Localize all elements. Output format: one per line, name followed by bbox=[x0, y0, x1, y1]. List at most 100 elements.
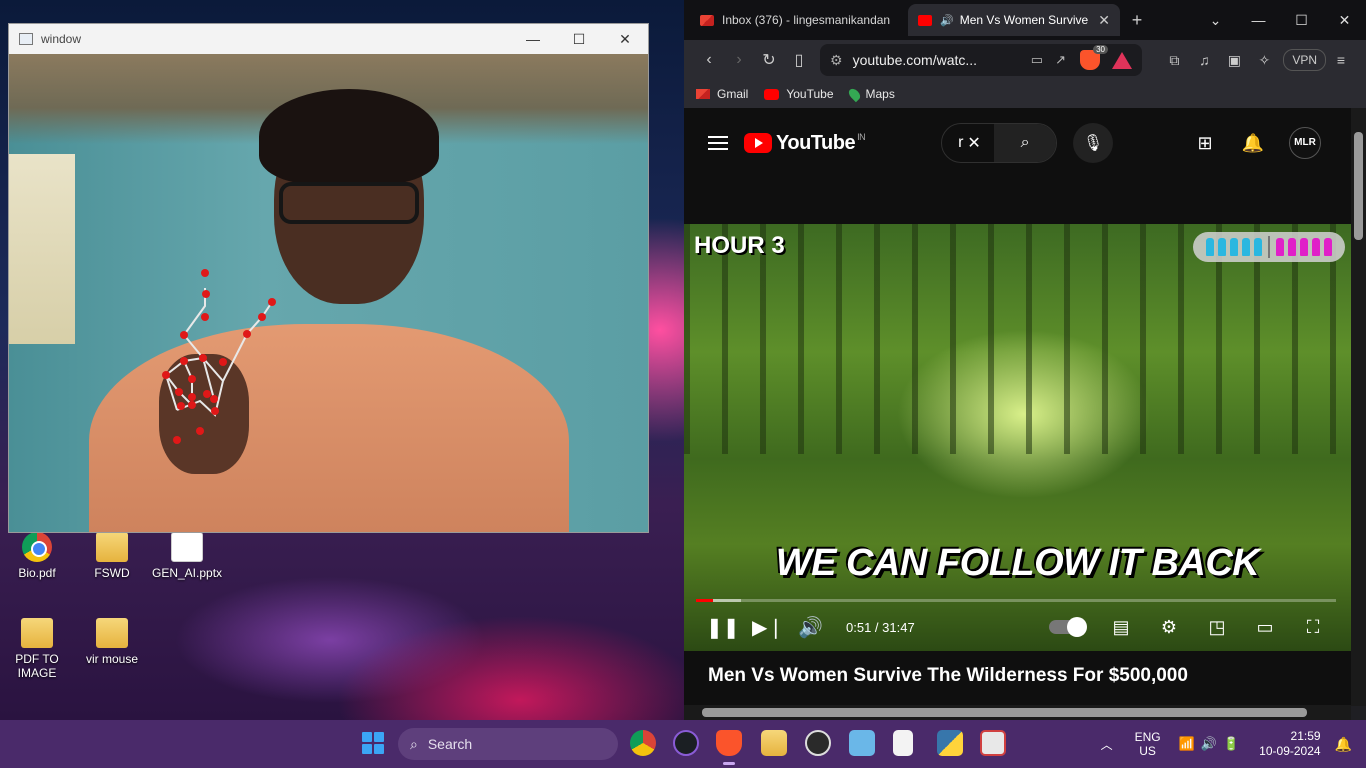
woman-figure-icon bbox=[1312, 238, 1320, 256]
camera-window-titlebar[interactable]: window — ☐ ✕ bbox=[9, 24, 648, 54]
windows-start-icon[interactable] bbox=[362, 732, 384, 754]
pause-icon[interactable]: ❚❚ bbox=[706, 615, 752, 640]
desktop-icon-gen-ai-pptx[interactable]: GEN_AI.pptx bbox=[152, 532, 222, 580]
maps-pin-icon bbox=[846, 86, 862, 102]
hamburger-menu-icon[interactable] bbox=[708, 136, 728, 150]
man-figure-icon bbox=[1242, 238, 1250, 256]
media-player-icon[interactable] bbox=[805, 730, 831, 756]
taskbar-search[interactable]: ⌕ Search bbox=[398, 728, 618, 760]
man-figure-icon bbox=[1218, 238, 1226, 256]
desktop-icon-vir-mouse[interactable]: vir mouse bbox=[77, 618, 147, 666]
vertical-scrollbar[interactable] bbox=[1351, 108, 1366, 706]
bookmark-gmail[interactable]: Gmail bbox=[696, 87, 748, 101]
back-icon[interactable]: ‹ bbox=[694, 51, 724, 69]
site-settings-icon[interactable]: ⚙ bbox=[830, 52, 843, 69]
browser-close-button[interactable]: ✕ bbox=[1323, 12, 1366, 29]
scrollbar-thumb[interactable] bbox=[702, 708, 1307, 717]
camera-window: window — ☐ ✕ bbox=[8, 23, 649, 533]
voice-search-mic-icon[interactable]: 🎙 bbox=[1073, 123, 1114, 163]
search-input[interactable]: r ✕ bbox=[942, 133, 994, 153]
next-video-icon[interactable]: ▶❘ bbox=[752, 615, 798, 640]
autoplay-toggle[interactable] bbox=[1049, 617, 1087, 637]
account-avatar[interactable]: MLR bbox=[1289, 127, 1321, 159]
search-icon[interactable]: ⌕ bbox=[994, 124, 1057, 162]
video-player[interactable]: HOUR 3 WE CAN FOLLOW IT BACK ❚❚ ▶❘ 🔊 0:5… bbox=[684, 224, 1351, 651]
desktop-icon-pdf-to-image[interactable]: PDF TO IMAGE bbox=[2, 618, 72, 680]
minimize-button[interactable]: — bbox=[510, 31, 556, 48]
desktop-icon-label: FSWD bbox=[94, 566, 130, 580]
tab-label: Inbox (376) - lingesmanikandan bbox=[722, 13, 891, 27]
desktop-icon-fswd[interactable]: FSWD bbox=[77, 532, 147, 580]
remote-desktop-icon[interactable] bbox=[849, 730, 875, 756]
tab-youtube-video[interactable]: 🔊 Men Vs Women Survive ✕ bbox=[908, 4, 1120, 36]
brave-taskbar-icon[interactable] bbox=[716, 730, 742, 765]
brave-shields-icon[interactable]: 30 bbox=[1080, 45, 1108, 70]
share-icon[interactable]: ↗ bbox=[1055, 52, 1066, 68]
youtube-header: YouTube IN r ✕ ⌕ 🎙 ⊞ 🔔 MLR bbox=[684, 108, 1351, 178]
scrollbar-thumb[interactable] bbox=[1354, 132, 1363, 240]
file-explorer-icon[interactable] bbox=[761, 730, 787, 756]
tab-label: Men Vs Women Survive bbox=[959, 13, 1089, 27]
youtube-logo[interactable]: YouTube IN bbox=[744, 132, 866, 155]
tab-list-dropdown-button[interactable]: ⌄ bbox=[1194, 12, 1237, 29]
fullscreen-icon[interactable]: ⛶ bbox=[1289, 617, 1337, 638]
media-icon[interactable]: ♫ bbox=[1189, 52, 1219, 68]
notepad-icon[interactable] bbox=[893, 730, 913, 756]
leo-ai-icon[interactable]: ✧ bbox=[1249, 52, 1279, 69]
miniplayer-icon[interactable]: ◳ bbox=[1193, 617, 1241, 638]
desktop-icon-label: vir mouse bbox=[85, 652, 138, 666]
notifications-bell-icon[interactable]: 🔔 bbox=[1229, 133, 1277, 154]
forward-icon[interactable]: › bbox=[724, 51, 754, 69]
brave-rewards-icon[interactable] bbox=[1112, 51, 1132, 69]
chrome-taskbar-icon[interactable] bbox=[630, 730, 656, 756]
chrome-icon bbox=[22, 532, 52, 562]
extensions-icon[interactable]: ⧉ bbox=[1159, 52, 1189, 69]
reload-icon[interactable]: ↻ bbox=[754, 50, 784, 70]
browser-maximize-button[interactable]: ☐ bbox=[1280, 12, 1323, 29]
network-volume-battery-icons[interactable]: 📶🔊🔋 bbox=[1179, 736, 1246, 752]
video-title: Men Vs Women Survive The Wilderness For … bbox=[708, 665, 1188, 686]
show-hidden-icons-icon[interactable]: ︿ bbox=[1101, 736, 1113, 753]
video-frame: HOUR 3 WE CAN FOLLOW IT BACK ❚❚ ▶❘ 🔊 0:5… bbox=[684, 224, 1351, 651]
browser-minimize-button[interactable]: — bbox=[1237, 12, 1280, 29]
volume-icon[interactable]: 🔊 bbox=[798, 615, 844, 640]
clear-search-icon[interactable]: ✕ bbox=[967, 133, 980, 153]
address-bar[interactable]: ⚙ youtube.com/watc... ▭ ↗ 30 bbox=[820, 44, 1142, 76]
man-figure-icon bbox=[1206, 238, 1214, 256]
language-indicator[interactable]: ENG US bbox=[1135, 730, 1161, 758]
hand-landmarks-overlay bbox=[162, 269, 276, 444]
subtitles-icon[interactable]: ▤ bbox=[1097, 617, 1145, 638]
snipping-tool-icon[interactable] bbox=[980, 730, 1006, 756]
video-progress-bar[interactable] bbox=[696, 599, 1336, 602]
wallet-icon[interactable]: ▣ bbox=[1219, 52, 1249, 69]
python-idle-icon[interactable] bbox=[937, 730, 963, 756]
tab-gmail-inbox[interactable]: Inbox (376) - lingesmanikandan bbox=[690, 4, 908, 36]
woman-figure-icon bbox=[1276, 238, 1284, 256]
theater-mode-icon[interactable]: ▭ bbox=[1241, 617, 1289, 638]
maximize-button[interactable]: ☐ bbox=[556, 31, 602, 48]
github-desktop-icon[interactable] bbox=[673, 730, 699, 756]
vpn-button[interactable]: VPN bbox=[1283, 49, 1326, 71]
youtube-search-box[interactable]: r ✕ ⌕ bbox=[941, 123, 1058, 163]
close-button[interactable]: ✕ bbox=[602, 31, 648, 48]
url-text: youtube.com/watc... bbox=[852, 52, 978, 68]
bookmark-maps[interactable]: Maps bbox=[846, 86, 895, 102]
create-video-icon[interactable]: ⊞ bbox=[1181, 133, 1229, 154]
cast-icon[interactable]: ▭ bbox=[1031, 52, 1043, 68]
close-tab-icon[interactable]: ✕ bbox=[1098, 12, 1110, 29]
desktop-icon-bio-pdf[interactable]: Bio.pdf bbox=[2, 532, 72, 580]
new-tab-button[interactable]: + bbox=[1120, 10, 1154, 31]
notification-bell-icon[interactable]: 🔔 bbox=[1335, 736, 1352, 753]
man-figure-icon bbox=[1230, 238, 1238, 256]
menu-icon[interactable]: ≡ bbox=[1326, 52, 1356, 68]
bookmark-youtube[interactable]: YouTube bbox=[764, 87, 834, 101]
search-query-text: r bbox=[958, 134, 964, 151]
horizontal-scrollbar[interactable] bbox=[684, 705, 1351, 720]
gmail-icon bbox=[700, 14, 714, 26]
bookmark-icon[interactable]: ▯ bbox=[784, 50, 814, 70]
search-icon: ⌕ bbox=[410, 735, 418, 752]
clock[interactable]: 21:59 10-09-2024 bbox=[1259, 729, 1320, 759]
webcam-feed bbox=[9, 54, 648, 532]
desktop-icon-label: PDF TO IMAGE bbox=[15, 652, 59, 680]
settings-gear-icon[interactable]: ⚙ bbox=[1145, 617, 1193, 638]
